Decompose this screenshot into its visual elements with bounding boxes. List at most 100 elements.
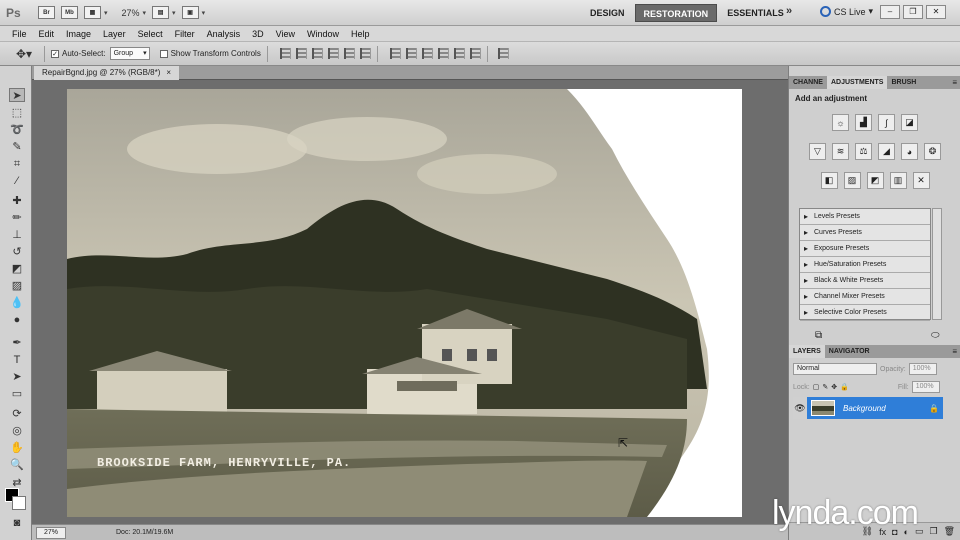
delete-layer-icon[interactable]: 🗑 — [944, 526, 955, 537]
crop-tool-icon[interactable]: ⌗ — [9, 157, 25, 171]
list-item[interactable]: Black & White Presets — [800, 273, 930, 289]
list-item[interactable]: Curves Presets — [800, 225, 930, 241]
shape-tool-icon[interactable]: ▭ — [9, 387, 25, 401]
3d-orbit-tool-icon[interactable]: ◎ — [9, 424, 25, 438]
blend-mode-dropdown[interactable]: Normal — [793, 363, 877, 375]
close-tab-icon[interactable]: × — [166, 66, 171, 80]
close-window-button[interactable]: ✕ — [926, 5, 946, 19]
eye-icon[interactable]: 👁 — [793, 397, 807, 419]
grid-view-icon[interactable]: ▦ — [84, 6, 101, 19]
auto-select-dropdown[interactable]: Group — [109, 47, 150, 60]
lock-pixels-icon[interactable]: ✎ — [822, 383, 828, 391]
panel-menu-icon[interactable]: ≡ — [952, 345, 957, 358]
align-bottom-icon[interactable] — [311, 48, 323, 59]
menu-edit[interactable]: Edit — [33, 29, 61, 39]
marquee-tool-icon[interactable]: ⬚ — [9, 106, 25, 120]
lasso-tool-icon[interactable]: ➰ — [9, 123, 25, 137]
new-layer-icon[interactable]: ❐ — [929, 526, 937, 537]
menu-select[interactable]: Select — [132, 29, 169, 39]
align-right-icon[interactable] — [359, 48, 371, 59]
distribute-bottom-icon[interactable] — [421, 48, 433, 59]
threshold-icon[interactable]: ◩ — [866, 172, 884, 189]
list-item[interactable]: Hue/Saturation Presets — [800, 257, 930, 273]
document-size-info[interactable]: Doc: 20.1M/19.6M — [116, 529, 173, 536]
minimize-button[interactable]: – — [880, 5, 900, 19]
workspace-essentials-button[interactable]: ESSENTIALS — [719, 4, 792, 22]
menu-file[interactable]: File — [6, 29, 33, 39]
distribute-top-icon[interactable] — [389, 48, 401, 59]
tab-brush[interactable]: BRUSH — [887, 76, 920, 89]
align-left-icon[interactable] — [327, 48, 339, 59]
eraser-tool-icon[interactable]: ◩ — [9, 262, 25, 276]
color-balance-icon[interactable]: ⚖ — [855, 143, 872, 160]
menu-view[interactable]: View — [270, 29, 301, 39]
fill-field[interactable]: 100% — [911, 381, 940, 393]
zoom-level[interactable]: 27% — [122, 8, 140, 18]
menu-layer[interactable]: Layer — [97, 29, 132, 39]
canvas[interactable]: BROOKSIDE FARM, HENRYVILLE, PA. ⇱ — [67, 89, 742, 517]
return-to-list-icon[interactable]: ⧉ — [815, 330, 822, 341]
clone-stamp-tool-icon[interactable]: ⊥ — [9, 228, 25, 242]
levels-icon[interactable]: ▟ — [855, 114, 872, 131]
blur-tool-icon[interactable]: 💧 — [9, 296, 25, 310]
quick-mask-icon[interactable]: ◙ — [9, 516, 25, 530]
lock-position-icon[interactable]: ✥ — [831, 383, 837, 391]
zoom-dropdown-icon[interactable]: ▾ — [143, 9, 147, 17]
bridge-button[interactable]: Br — [38, 6, 55, 19]
posterize-icon[interactable]: ▨ — [843, 172, 861, 189]
arrange-dropdown-icon[interactable]: ▾ — [172, 9, 176, 17]
brush-tool-icon[interactable]: ✏ — [9, 211, 25, 225]
tab-adjustments[interactable]: ADJUSTMENTS — [826, 76, 888, 89]
align-vcenter-icon[interactable] — [295, 48, 307, 59]
hue-saturation-icon[interactable]: ≋ — [832, 143, 849, 160]
pen-tool-icon[interactable]: ✒ — [9, 336, 25, 350]
hand-tool-icon[interactable]: ✋ — [9, 441, 25, 455]
brightness-contrast-icon[interactable]: ☼ — [832, 114, 849, 131]
3d-rotate-tool-icon[interactable]: ⟳ — [9, 407, 25, 421]
workspace-restoration-button[interactable]: RESTORATION — [634, 4, 718, 22]
tab-layers[interactable]: LAYERS — [789, 345, 825, 358]
selective-color-icon[interactable]: ✕ — [912, 172, 930, 189]
clip-to-layer-icon[interactable]: ⬭ — [931, 330, 940, 341]
presets-scrollbar[interactable] — [932, 208, 942, 320]
layer-row[interactable]: 👁 Background 🔒 — [793, 397, 943, 419]
gradient-map-icon[interactable]: ▥ — [889, 172, 907, 189]
align-hcenter-icon[interactable] — [343, 48, 355, 59]
lock-all-icon[interactable]: 🔒 — [840, 383, 849, 391]
background-color-swatch[interactable] — [12, 496, 26, 510]
document-tab[interactable]: RepairBgnd.jpg @ 27% (RGB/8*) × — [34, 66, 180, 80]
status-zoom-field[interactable]: 27% — [36, 526, 66, 539]
view-extras-dropdown-icon[interactable]: ▾ — [104, 9, 108, 17]
lock-transparency-icon[interactable]: ▢ — [813, 383, 820, 391]
curves-icon[interactable]: ∫ — [878, 114, 895, 131]
distribute-hcenter-icon[interactable] — [453, 48, 465, 59]
list-item[interactable]: Channel Mixer Presets — [800, 289, 930, 305]
menu-3d[interactable]: 3D — [246, 29, 270, 39]
opacity-field[interactable]: 100% — [908, 363, 937, 375]
restore-button[interactable]: ❐ — [903, 5, 923, 19]
workspace-design-button[interactable]: DESIGN — [582, 4, 633, 22]
vibrance-icon[interactable]: ▽ — [809, 143, 826, 160]
exposure-icon[interactable]: ◪ — [901, 114, 918, 131]
quick-selection-tool-icon[interactable]: ✎ — [9, 140, 25, 154]
spot-healing-tool-icon[interactable]: ✚ — [9, 194, 25, 208]
tab-channels[interactable]: CHANNE — [789, 76, 827, 89]
panel-menu-icon[interactable]: ≡ — [952, 76, 957, 89]
channel-mixer-icon[interactable]: ❂ — [924, 143, 941, 160]
menu-analysis[interactable]: Analysis — [201, 29, 247, 39]
show-transform-checkbox[interactable]: Show Transform Controls — [159, 49, 261, 58]
invert-icon[interactable]: ◧ — [820, 172, 838, 189]
zoom-tool-icon[interactable]: 🔍 — [9, 458, 25, 472]
move-tool-preset-icon[interactable]: ✥▾ — [16, 46, 38, 62]
menu-image[interactable]: Image — [60, 29, 97, 39]
mini-bridge-button[interactable]: Mb — [61, 6, 78, 19]
auto-align-layers-icon[interactable] — [497, 48, 509, 59]
eyedropper-tool-icon[interactable]: ⁄ — [9, 174, 25, 188]
list-item[interactable]: Exposure Presets — [800, 241, 930, 257]
type-tool-icon[interactable]: T — [9, 353, 25, 367]
arrange-documents-icon[interactable]: ▤ — [152, 6, 170, 19]
list-item[interactable]: Selective Color Presets — [800, 305, 930, 321]
path-selection-tool-icon[interactable]: ➤ — [9, 370, 25, 384]
more-workspaces-button[interactable]: » — [786, 5, 792, 17]
black-white-icon[interactable]: ◢ — [878, 143, 895, 160]
